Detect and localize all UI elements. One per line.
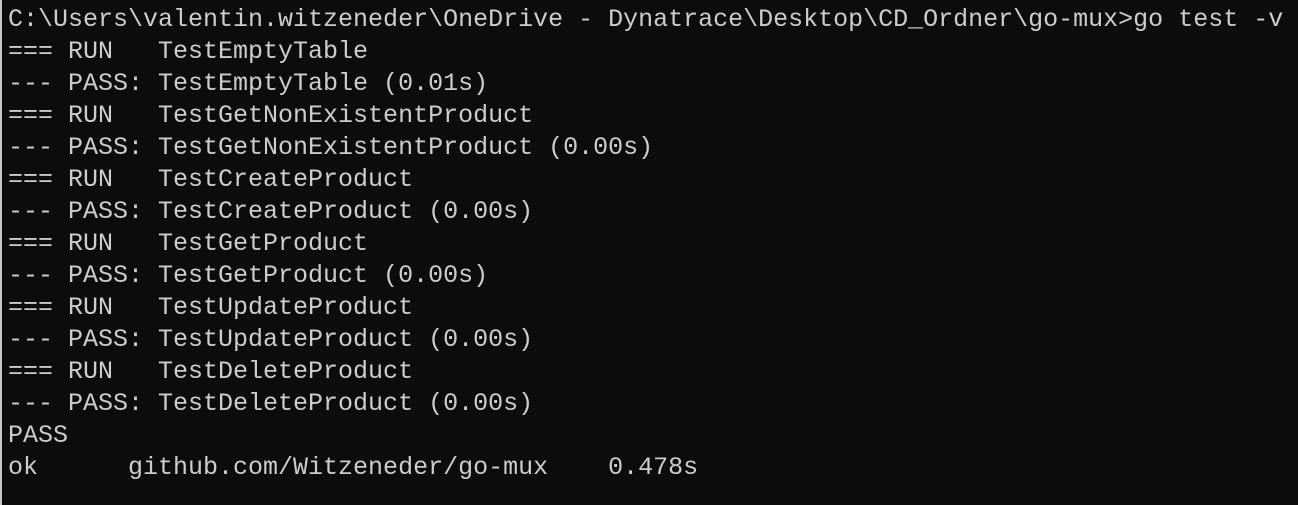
terminal-window[interactable]: C:\Users\valentin.witzeneder\OneDrive - … [0,0,1298,505]
pass-line-test-empty-table: --- PASS: TestEmptyTable (0.01s) [8,69,489,98]
package-result-line: ok github.com/Witzeneder/go-mux 0.478s [8,453,699,482]
run-line-test-empty-table: === RUN TestEmptyTable [8,37,369,66]
run-line-test-get-product: === RUN TestGetProduct [8,229,369,258]
pass-line-test-create-product: --- PASS: TestCreateProduct (0.00s) [8,197,534,226]
command-prompt-line: C:\Users\valentin.witzeneder\OneDrive - … [8,5,1284,34]
run-line-test-delete-product: === RUN TestDeleteProduct [8,357,414,386]
pass-line-test-delete-product: --- PASS: TestDeleteProduct (0.00s) [8,389,534,418]
pass-line-test-update-product: --- PASS: TestUpdateProduct (0.00s) [8,325,534,354]
pass-line-test-get-non-existent-product: --- PASS: TestGetNonExistentProduct (0.0… [8,133,654,162]
overall-pass-line: PASS [8,421,69,450]
run-line-test-update-product: === RUN TestUpdateProduct [8,293,414,322]
run-line-test-create-product: === RUN TestCreateProduct [8,165,414,194]
run-line-test-get-non-existent-product: === RUN TestGetNonExistentProduct [8,101,534,130]
pass-line-test-get-product: --- PASS: TestGetProduct (0.00s) [8,261,489,290]
terminal-output: C:\Users\valentin.witzeneder\OneDrive - … [8,4,1298,505]
